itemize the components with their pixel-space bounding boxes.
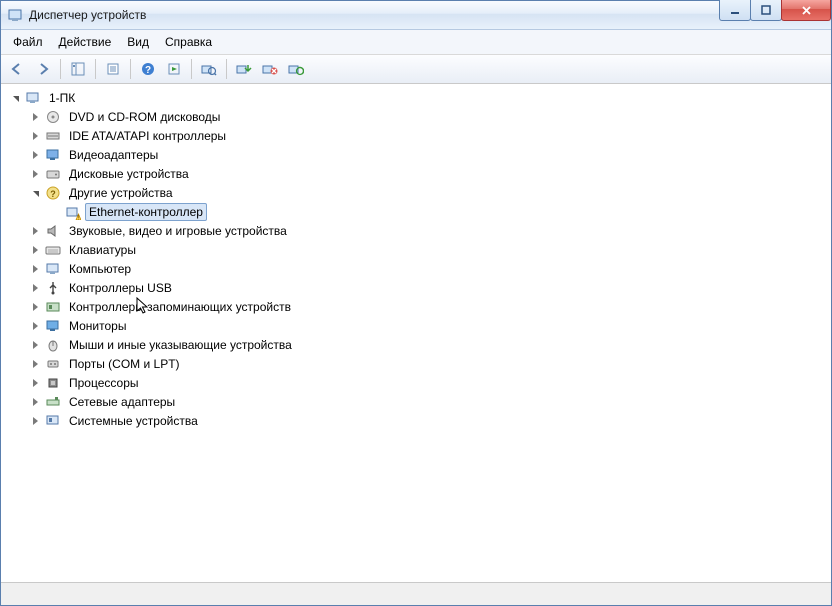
toolbar-sep-5 [226, 59, 227, 79]
computer-icon [25, 90, 41, 106]
toolbar: ? [1, 55, 831, 84]
expander-closed-icon[interactable] [29, 225, 41, 237]
expander-none [49, 206, 61, 218]
expander-open-icon[interactable] [29, 187, 41, 199]
dvd-drive-icon [45, 109, 61, 125]
device-manager-window: Диспетчер устройств Файл Действие Вид Сп… [0, 0, 832, 606]
disable-button[interactable] [284, 57, 308, 81]
mouse-icon [45, 337, 61, 353]
tree-item-computer[interactable]: Компьютер [29, 259, 829, 278]
expander-closed-icon[interactable] [29, 263, 41, 275]
expander-closed-icon[interactable] [29, 339, 41, 351]
expander-closed-icon[interactable] [29, 244, 41, 256]
menubar: Файл Действие Вид Справка [1, 30, 831, 55]
tree-item-sound[interactable]: Звуковые, видео и игровые устройства [29, 221, 829, 240]
toolbar-sep-1 [60, 59, 61, 79]
ports-icon [45, 356, 61, 372]
tree-item-system[interactable]: Системные устройства [29, 411, 829, 430]
other-devices-icon: ? [45, 185, 61, 201]
system-devices-icon [45, 413, 61, 429]
uninstall-button[interactable] [258, 57, 282, 81]
network-adapter-icon [45, 394, 61, 410]
ide-controller-icon [45, 128, 61, 144]
tree-item-video[interactable]: Видеоадаптеры [29, 145, 829, 164]
toolbar-sep-4 [191, 59, 192, 79]
tree-item-storage-controllers[interactable]: Контроллеры запоминающих устройств [29, 297, 829, 316]
expander-closed-icon[interactable] [29, 415, 41, 427]
menu-help[interactable]: Справка [157, 33, 220, 51]
tree-item-ports[interactable]: Порты (COM и LPT) [29, 354, 829, 373]
titlebar[interactable]: Диспетчер устройств [1, 1, 831, 30]
cpu-icon [45, 375, 61, 391]
computer-category-icon [45, 261, 61, 277]
tree-item-ide[interactable]: IDE ATA/ATAPI контроллеры [29, 126, 829, 145]
statusbar [1, 582, 831, 605]
expander-closed-icon[interactable] [29, 168, 41, 180]
expander-closed-icon[interactable] [29, 377, 41, 389]
menu-view[interactable]: Вид [119, 33, 157, 51]
app-icon [7, 7, 23, 23]
sound-icon [45, 223, 61, 239]
expander-closed-icon[interactable] [29, 111, 41, 123]
tree-item-ethernet-label: Ethernet-контроллер [85, 203, 207, 221]
forward-button[interactable] [31, 57, 55, 81]
storage-controller-icon [45, 299, 61, 315]
help-button[interactable]: ? [136, 57, 160, 81]
scan-hardware-button[interactable] [197, 57, 221, 81]
action-button[interactable] [162, 57, 186, 81]
tree-item-monitors[interactable]: Мониторы [29, 316, 829, 335]
tree-item-network[interactable]: Сетевые адаптеры [29, 392, 829, 411]
expander-closed-icon[interactable] [29, 320, 41, 332]
unknown-device-warning-icon: ! [65, 204, 81, 220]
menu-file[interactable]: Файл [5, 33, 51, 51]
window-buttons [720, 0, 831, 21]
tree-item-other[interactable]: ? Другие устройства [29, 183, 829, 202]
expander-open-icon[interactable] [9, 92, 21, 104]
back-button[interactable] [5, 57, 29, 81]
minimize-button[interactable] [719, 0, 751, 21]
properties-button[interactable] [101, 57, 125, 81]
tree-item-keyboard[interactable]: Клавиатуры [29, 240, 829, 259]
close-button[interactable] [781, 0, 831, 21]
display-adapter-icon [45, 147, 61, 163]
tree-item-usb[interactable]: Контроллеры USB [29, 278, 829, 297]
toolbar-sep-3 [130, 59, 131, 79]
toolbar-sep-2 [95, 59, 96, 79]
svg-text:?: ? [145, 65, 151, 76]
monitor-icon [45, 318, 61, 334]
expander-closed-icon[interactable] [29, 282, 41, 294]
usb-icon [45, 280, 61, 296]
tree-item-mice[interactable]: Мыши и иные указывающие устройства [29, 335, 829, 354]
update-driver-button[interactable] [232, 57, 256, 81]
keyboard-icon [45, 242, 61, 258]
window-title: Диспетчер устройств [29, 8, 146, 22]
svg-text:?: ? [50, 189, 56, 199]
tree-item-dvd[interactable]: DVD и CD-ROM дисководы [29, 107, 829, 126]
expander-closed-icon[interactable] [29, 130, 41, 142]
tree-item-ethernet[interactable]: ! Ethernet-контроллер [49, 202, 829, 221]
tree-root[interactable]: 1-ПК [9, 88, 829, 107]
expander-closed-icon[interactable] [29, 358, 41, 370]
menu-action[interactable]: Действие [51, 33, 120, 51]
tree-item-disk[interactable]: Дисковые устройства [29, 164, 829, 183]
tree-item-processors[interactable]: Процессоры [29, 373, 829, 392]
expander-closed-icon[interactable] [29, 301, 41, 313]
maximize-button[interactable] [750, 0, 782, 21]
device-tree[interactable]: 1-ПК DVD и CD-ROM дисководы IDE ATA/ATAP… [1, 84, 831, 582]
disk-drive-icon [45, 166, 61, 182]
expander-closed-icon[interactable] [29, 149, 41, 161]
show-hide-tree-button[interactable] [66, 57, 90, 81]
expander-closed-icon[interactable] [29, 396, 41, 408]
tree-root-label: 1-ПК [45, 89, 79, 107]
